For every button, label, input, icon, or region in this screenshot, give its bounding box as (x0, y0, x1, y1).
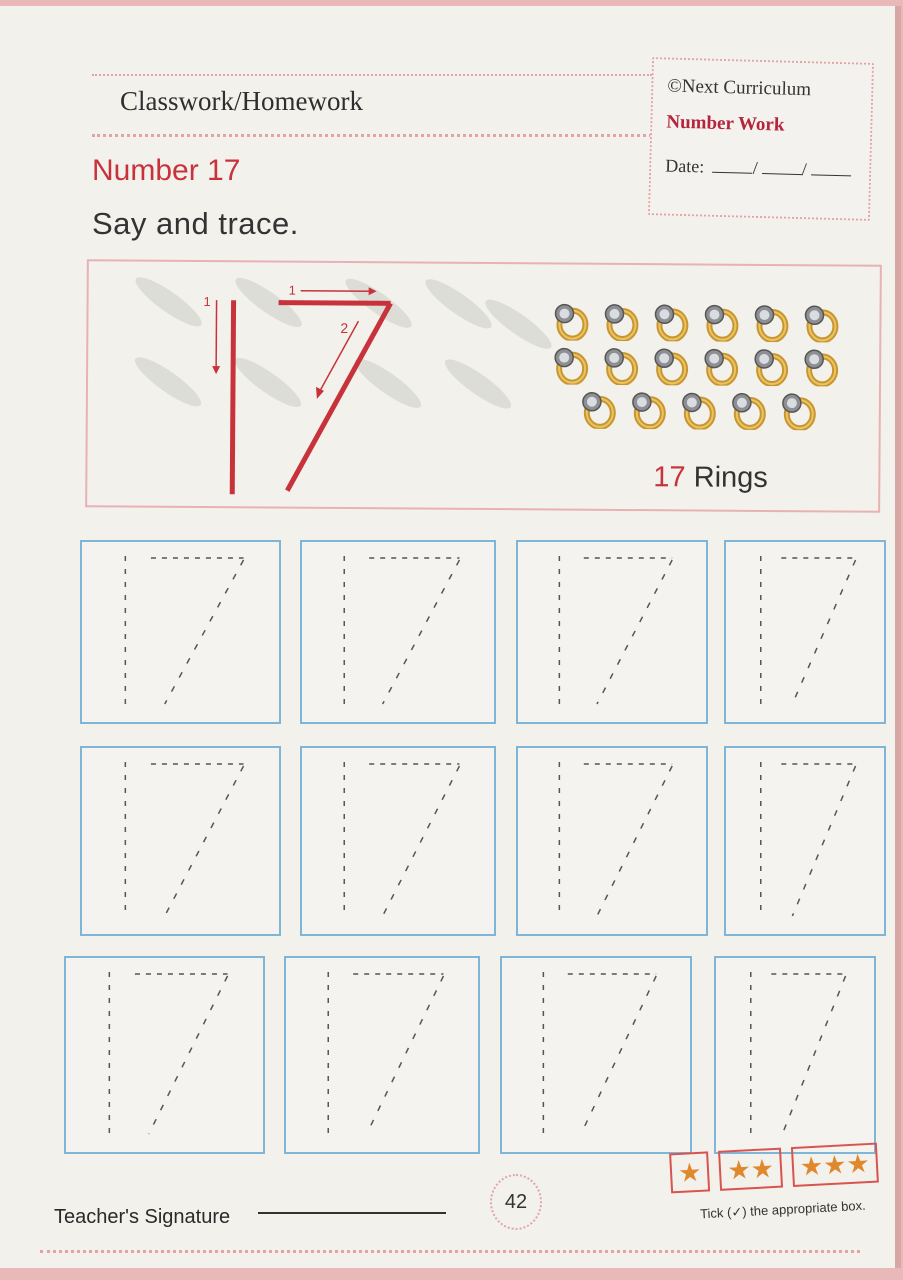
dotted-digit-guide (327, 972, 445, 1136)
dotted-digit-guide (343, 762, 461, 918)
ring-icon (782, 393, 816, 431)
dotted-digit-guide (124, 556, 245, 706)
date-label: Date: (665, 155, 705, 177)
trace-box[interactable] (300, 540, 496, 724)
stroke-two-number: 2 (340, 320, 348, 336)
ring-icon (754, 349, 789, 387)
trace-box[interactable] (80, 746, 281, 936)
trace-box[interactable] (724, 746, 886, 936)
dotted-digit-guide (124, 762, 245, 918)
rings-caption: 17 Rings (653, 461, 768, 495)
dotted-digit-guide (343, 556, 461, 706)
ring-row (550, 344, 850, 387)
ring-icon (704, 304, 739, 342)
rings-word: Rings (693, 461, 768, 494)
tick-instruction: Tick (✓) the appropriate box. (699, 1197, 867, 1222)
ring-row (550, 300, 850, 343)
ring-icon (682, 392, 716, 430)
date-sep-1: / (752, 157, 759, 178)
ring-icon (732, 393, 766, 430)
page-number: 42 (490, 1174, 542, 1230)
arrow-diagonal-icon (315, 386, 324, 399)
date-month-line (761, 173, 802, 176)
dotted-digit-guide (750, 972, 847, 1136)
demo-panel: 1 1 2 17 Rings (85, 259, 882, 513)
ring-icon (554, 303, 589, 341)
worksheet-page: Classwork/Homework ©Next Curriculum Numb… (0, 6, 901, 1268)
digit-seven-top (278, 300, 391, 306)
dotted-digit-guide (542, 972, 657, 1136)
ring-icon (804, 305, 839, 343)
teacher-signature-label: Teacher's Signature (54, 1206, 231, 1228)
header-banner: Classwork/Homework (92, 74, 652, 137)
ring-icon (582, 392, 616, 429)
trace-box[interactable] (80, 540, 281, 724)
ring-icon (604, 304, 639, 342)
ring-icon (754, 305, 789, 343)
info-box: ©Next Curriculum Number Work Date: / / (647, 57, 875, 221)
arrow-down-icon (212, 366, 221, 375)
ring-icon (804, 349, 839, 387)
trace-box[interactable] (724, 540, 886, 724)
rings-group (550, 300, 851, 434)
trace-box[interactable] (500, 956, 692, 1154)
date-day-line (712, 171, 753, 174)
digit-seven-diagonal (285, 302, 393, 492)
bottom-border (40, 1250, 860, 1253)
digit-one-stroke (229, 300, 237, 495)
ring-icon (632, 392, 666, 430)
ring-icon (554, 347, 589, 385)
one-star-box[interactable]: ★ (669, 1151, 711, 1194)
two-star-box[interactable]: ★★ (718, 1147, 783, 1191)
date-sep-2: / (801, 159, 808, 180)
rating-boxes: ★ ★★ ★★★ (669, 1142, 879, 1194)
dotted-digit-guide (558, 556, 673, 706)
trace-box[interactable] (64, 956, 265, 1154)
date-field: Date: / / (665, 156, 851, 182)
dotted-digit-guide (558, 762, 673, 918)
ring-row (578, 389, 850, 431)
trace-box[interactable] (516, 746, 708, 936)
dotted-digit-guide (760, 556, 857, 706)
trace-box[interactable] (516, 540, 708, 724)
stroke-seven-one: 1 (289, 283, 296, 298)
ring-icon (704, 348, 739, 386)
trace-box[interactable] (300, 746, 496, 936)
subject-label: Number Work (666, 111, 785, 136)
ring-icon (654, 304, 689, 342)
date-year-line (810, 174, 851, 177)
signature-line[interactable] (258, 1212, 446, 1214)
rings-number: 17 (653, 461, 686, 494)
copyright-text: ©Next Curriculum (667, 75, 812, 101)
trace-box[interactable] (714, 956, 876, 1154)
lesson-title: Number 17 (92, 154, 241, 187)
stroke-two-arrow (319, 320, 360, 392)
dotted-digit-guide (760, 762, 857, 918)
three-star-box[interactable]: ★★★ (790, 1142, 879, 1188)
ring-icon (604, 348, 639, 386)
stroke-one-number: 1 (204, 294, 211, 309)
header-title: Classwork/Homework (120, 86, 363, 116)
dotted-digit-guide (108, 972, 229, 1136)
lesson-instruction: Say and trace. (92, 206, 299, 241)
ring-icon (654, 348, 689, 386)
trace-box[interactable] (284, 956, 480, 1154)
